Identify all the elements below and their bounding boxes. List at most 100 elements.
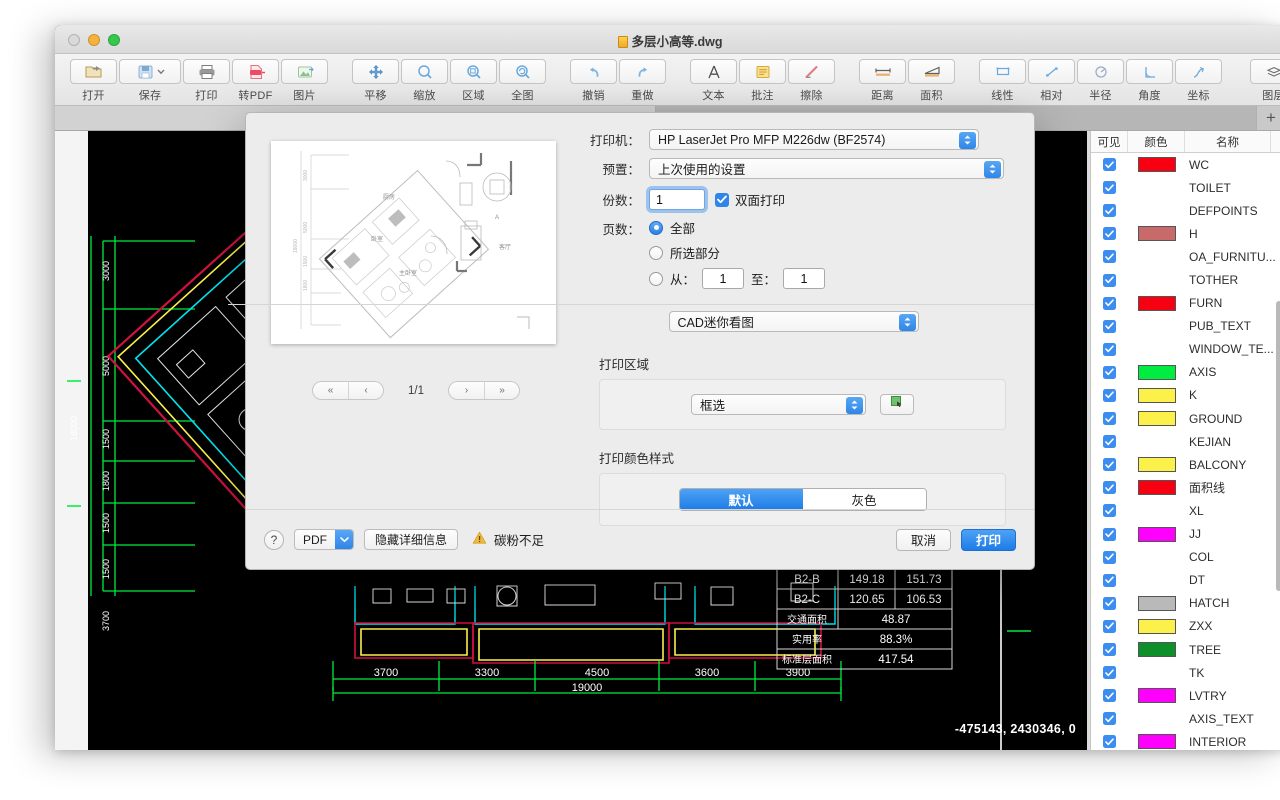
layer-visibility-toggle[interactable] [1091,181,1128,195]
first-page-button[interactable]: « [313,382,348,399]
toolbar-button-to-pdf[interactable]: 转PDF [231,57,280,103]
layer-visibility-toggle[interactable] [1091,435,1128,449]
layer-visibility-toggle[interactable] [1091,273,1128,287]
layer-color-swatch[interactable] [1128,688,1185,704]
layer-visibility-toggle[interactable] [1091,689,1128,703]
layer-color-swatch[interactable] [1128,642,1185,658]
pages-from-input[interactable]: 1 [702,268,745,289]
toolbar-button-image[interactable]: 图片 [280,57,329,103]
layer-row[interactable]: XL [1091,499,1280,522]
pagination-back-group[interactable]: « ‹ [312,381,384,400]
layer-color-swatch[interactable] [1128,411,1185,427]
layer-visibility-toggle[interactable] [1091,250,1128,264]
region-pick-button[interactable] [880,394,914,415]
last-page-button[interactable]: » [484,382,519,399]
toolbar-button-print[interactable]: 打印 [182,57,231,103]
layer-visibility-toggle[interactable] [1091,388,1128,402]
layer-visibility-toggle[interactable] [1091,504,1128,518]
layer-row[interactable]: COL [1091,546,1280,569]
layer-row[interactable]: PUB_TEXT [1091,315,1280,338]
toolbar-button-save[interactable]: 保存 [118,57,182,103]
layer-row[interactable]: TK [1091,661,1280,684]
layer-visibility-toggle[interactable] [1091,666,1128,680]
prev-page-button[interactable]: ‹ [348,382,383,399]
layer-visibility-toggle[interactable] [1091,412,1128,426]
layer-visibility-toggle[interactable] [1091,527,1128,541]
toolbar-button-undo[interactable]: 撤销 [569,57,618,103]
toolbar-button-fit[interactable]: 全图 [498,57,547,103]
pages-all-option[interactable]: 全部 [649,218,825,237]
toggle-details-button[interactable]: 隐藏详细信息 [364,529,459,550]
module-select[interactable]: CAD迷你看图 [668,311,919,332]
toolbar-button-area[interactable]: 面积 [907,57,956,103]
color-style-option-default[interactable]: 默认 [679,489,803,510]
layer-row[interactable]: KEJIAN [1091,430,1280,453]
pages-to-input[interactable]: 1 [783,268,826,289]
layer-row[interactable]: AXIS [1091,361,1280,384]
layer-row[interactable]: JJ [1091,523,1280,546]
toolbar-button-layers[interactable]: 图层 [1249,57,1280,103]
layer-color-swatch[interactable] [1128,457,1185,473]
next-page-button[interactable]: › [449,382,484,399]
toolbar-button-radius[interactable]: 半径 [1076,57,1125,103]
layer-color-swatch[interactable] [1128,595,1185,611]
layer-visibility-toggle[interactable] [1091,342,1128,356]
layer-row[interactable]: HATCH [1091,592,1280,615]
toolbar-button-region[interactable]: 区域 [449,57,498,103]
layer-color-swatch[interactable] [1128,295,1185,311]
pages-range-option[interactable]: 从： 1 至： 1 [649,268,826,289]
help-button[interactable]: ? [264,529,284,550]
layer-row[interactable]: K [1091,384,1280,407]
layer-row[interactable]: WINDOW_TE... [1091,338,1280,361]
layer-row[interactable]: ZXX [1091,615,1280,638]
layer-list[interactable]: WC TOILET DEFPOINTS H OA_FURNITU... TOTHER FUR… [1091,153,1280,749]
pages-selection-option[interactable]: 所选部分 [649,243,825,262]
layer-color-swatch[interactable] [1128,387,1185,403]
add-tab-button[interactable]: + [1257,106,1280,130]
layer-visibility-toggle[interactable] [1091,735,1128,749]
layer-row[interactable]: TOILET [1091,176,1280,199]
layer-row[interactable]: FURN [1091,292,1280,315]
toolbar-button-open[interactable]: 打开 [69,57,118,103]
layer-row[interactable]: WC [1091,153,1280,176]
layer-row[interactable]: TOTHER [1091,268,1280,291]
duplex-checkbox-row[interactable]: 双面打印 [715,190,785,209]
layer-visibility-toggle[interactable] [1091,596,1128,610]
layer-row[interactable]: GROUND [1091,407,1280,430]
printer-select[interactable]: HP LaserJet Pro MFP M226dw (BF2574) [649,129,979,150]
layer-row[interactable]: DT [1091,569,1280,592]
layer-row[interactable]: 面积线 [1091,476,1280,499]
pagination-forward-group[interactable]: › » [448,381,520,400]
print-area-select[interactable]: 框选 [691,394,866,415]
print-button[interactable]: 打印 [960,528,1016,551]
layer-color-swatch[interactable] [1128,480,1185,496]
layer-visibility-toggle[interactable] [1091,712,1128,726]
layer-visibility-toggle[interactable] [1091,573,1128,587]
layer-visibility-toggle[interactable] [1091,158,1128,172]
toolbar-button-linear[interactable]: 线性 [978,57,1027,103]
layer-color-swatch[interactable] [1128,157,1185,173]
color-style-option-gray[interactable]: 灰色 [802,489,926,510]
layer-row[interactable]: BALCONY [1091,453,1280,476]
preset-select[interactable]: 上次使用的设置 [649,158,1004,179]
layer-visibility-toggle[interactable] [1091,550,1128,564]
toolbar-button-text[interactable]: 文本 [689,57,738,103]
copies-input[interactable]: 1 [649,189,705,210]
layer-row[interactable]: TREE [1091,638,1280,661]
layer-visibility-toggle[interactable] [1091,481,1128,495]
layer-visibility-toggle[interactable] [1091,319,1128,333]
toolbar-button-zoom[interactable]: 缩放 [400,57,449,103]
toolbar-button-pan[interactable]: 平移 [351,57,400,103]
toolbar-button-annotation[interactable]: 批注 [738,57,787,103]
toolbar-button-coordinate[interactable]: 坐标 [1174,57,1223,103]
layer-list-scrollbar[interactable] [1276,301,1280,591]
layer-row[interactable]: AXIS_TEXT [1091,707,1280,730]
toolbar-button-erase[interactable]: 擦除 [787,57,836,103]
layer-visibility-toggle[interactable] [1091,227,1128,241]
layer-visibility-toggle[interactable] [1091,365,1128,379]
toolbar-button-redo[interactable]: 重做 [618,57,667,103]
layer-row[interactable]: INTERIOR [1091,730,1280,749]
layer-color-swatch[interactable] [1128,364,1185,380]
layer-color-swatch[interactable] [1128,618,1185,634]
layer-visibility-toggle[interactable] [1091,458,1128,472]
